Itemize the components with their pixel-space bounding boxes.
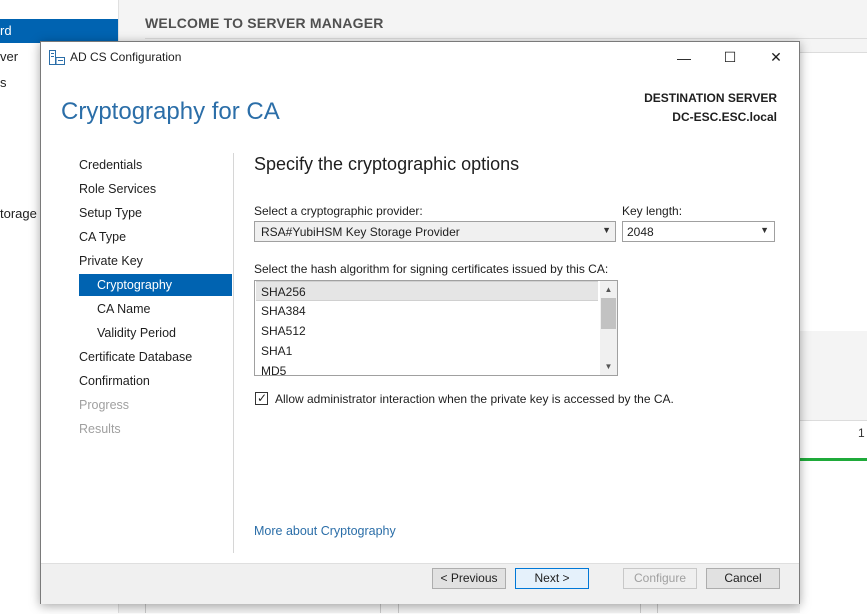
key-length-dropdown[interactable]: 2048 ▼ [622, 221, 775, 242]
chevron-down-icon: ▼ [602, 225, 611, 235]
nav-item-progress: Progress [79, 398, 130, 412]
nav-divider [233, 153, 234, 553]
maximize-icon: ☐ [723, 49, 737, 65]
nav-item-validity-period[interactable]: Validity Period [79, 322, 232, 344]
nav-item-ca-name[interactable]: CA Name [79, 298, 232, 320]
key-length-label: Key length: [622, 204, 683, 218]
provider-value: RSA#YubiHSM Key Storage Provider [261, 225, 460, 239]
list-scrollbar[interactable]: ▲ ▼ [600, 281, 617, 375]
hash-algorithm-list[interactable]: SHA256 SHA384 SHA512 SHA1 MD5 ▲ ▼ [254, 280, 618, 376]
cryptographic-provider-dropdown[interactable]: RSA#YubiHSM Key Storage Provider ▼ [254, 221, 616, 242]
sidebar-item-label: s [0, 75, 7, 90]
maximize-button[interactable]: ☐ [707, 42, 753, 73]
ad-cs-configuration-dialog: AD CS Configuration — ☐ ✕ Cryptography f… [40, 41, 800, 604]
list-item-sha1[interactable]: SHA1 [256, 341, 598, 361]
scrollbar-thumb[interactable] [601, 298, 616, 329]
key-length-value: 2048 [627, 225, 654, 239]
sidebar-item-local-server[interactable]: ver [0, 45, 18, 69]
destination-server-label: DESTINATION SERVER [644, 91, 777, 105]
checkmark-icon: ✓ [257, 391, 268, 405]
list-item-sha512[interactable]: SHA512 [256, 321, 598, 341]
sidebar-item-label: ver [0, 49, 19, 64]
nav-item-confirmation[interactable]: Confirmation [79, 370, 232, 392]
hash-algorithm-label: Select the hash algorithm for signing ce… [254, 262, 609, 276]
window-title: AD CS Configuration [70, 50, 182, 64]
nav-item-results: Results [79, 422, 121, 436]
background-tile [800, 420, 867, 614]
next-button[interactable]: Next > [515, 568, 589, 589]
welcome-heading: WELCOME TO SERVER MANAGER [145, 15, 384, 31]
cancel-button[interactable]: Cancel [706, 568, 780, 589]
scroll-up-icon[interactable]: ▲ [600, 281, 617, 298]
sidebar-item-label: torage [0, 206, 37, 221]
chevron-down-icon: ▼ [760, 225, 769, 235]
destination-server-name: DC-ESC.ESC.local [672, 110, 777, 124]
scroll-down-icon[interactable]: ▼ [600, 358, 617, 375]
minimize-icon: — [677, 49, 691, 66]
server-manager-app-icon [49, 50, 65, 65]
title-bar[interactable]: AD CS Configuration — ☐ ✕ [41, 42, 799, 73]
nav-item-private-key[interactable]: Private Key [79, 250, 232, 272]
background-tile-count: 1 [858, 426, 865, 440]
sidebar-item-storage[interactable]: torage [0, 202, 37, 226]
configure-button: Configure [623, 568, 697, 589]
close-button[interactable]: ✕ [753, 42, 799, 73]
minimize-button[interactable]: — [661, 42, 707, 73]
nav-item-certificate-database[interactable]: Certificate Database [79, 346, 232, 368]
content-heading: Specify the cryptographic options [254, 154, 520, 174]
sidebar-item-label: rd [0, 23, 12, 38]
list-item-md5[interactable]: MD5 [256, 361, 598, 375]
page-title: Cryptography for CA [61, 98, 280, 125]
admin-interaction-checkbox[interactable]: ✓ [255, 391, 268, 405]
background-tile [800, 52, 867, 331]
more-about-cryptography-link[interactable]: More about Cryptography [254, 524, 396, 538]
nav-item-setup-type[interactable]: Setup Type [79, 202, 232, 224]
admin-interaction-label[interactable]: Allow administrator interaction when the… [275, 392, 674, 406]
close-icon: ✕ [770, 49, 782, 65]
nav-item-role-services[interactable]: Role Services [79, 178, 232, 200]
provider-label: Select a cryptographic provider: [254, 204, 423, 218]
list-item-sha384[interactable]: SHA384 [256, 301, 598, 321]
list-item-sha256[interactable]: SHA256 [256, 281, 598, 301]
background-status-bar [800, 458, 867, 461]
previous-button[interactable]: < Previous [432, 568, 506, 589]
sidebar-item-dashboard[interactable]: rd [0, 19, 118, 43]
nav-item-credentials[interactable]: Credentials [79, 154, 232, 176]
welcome-divider [145, 38, 867, 39]
sidebar-item-all-servers[interactable]: s [0, 71, 7, 95]
nav-item-cryptography[interactable]: Cryptography [79, 274, 232, 296]
nav-item-ca-type[interactable]: CA Type [79, 226, 232, 248]
